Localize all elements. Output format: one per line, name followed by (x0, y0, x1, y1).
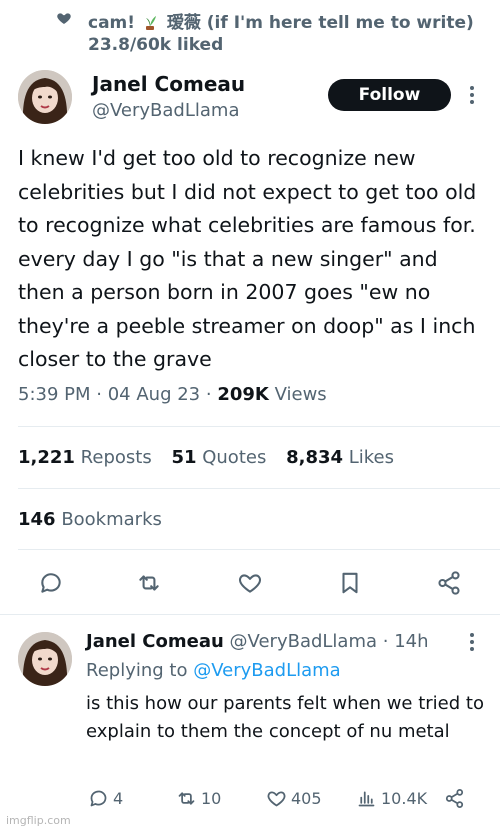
divider (18, 488, 500, 489)
views-count: 209K (217, 384, 269, 405)
author-handle[interactable]: @VeryBadLlama (92, 100, 239, 121)
divider (0, 614, 500, 615)
more-icon[interactable] (469, 632, 475, 652)
follow-button[interactable]: Follow (328, 79, 451, 111)
bookmarks-stat[interactable]: 146 Bookmarks (18, 509, 162, 530)
liked-count: 23.8/60k liked (88, 35, 224, 55)
tweet-date[interactable]: 04 Aug 23 (108, 384, 200, 405)
views-icon (358, 791, 375, 806)
share-icon[interactable] (436, 570, 462, 596)
reply-repost-count: 10 (201, 788, 222, 808)
views-label: Views (274, 384, 327, 405)
likes-stat[interactable]: 8,834 Likes (286, 447, 394, 468)
like-icon (267, 791, 286, 806)
author-name[interactable]: Janel Comeau (92, 72, 245, 96)
meta-separator: · (205, 384, 218, 405)
like-icon[interactable] (237, 570, 263, 596)
replying-to: Replying to @VeryBadLlama (86, 660, 341, 681)
tweet-time[interactable]: 5:39 PM (18, 384, 91, 405)
reply-avatar[interactable] (18, 632, 72, 686)
reply-icon[interactable] (38, 570, 64, 596)
divider (18, 426, 500, 427)
more-icon[interactable] (469, 85, 475, 105)
divider (18, 549, 500, 550)
social-context-name[interactable]: cam! 瑷薇 (if I'm here tell me to write) (88, 8, 474, 33)
heart-icon (56, 10, 72, 26)
reply-repost-button[interactable]: 10 (176, 787, 221, 809)
reply-like-button[interactable]: 405 (266, 787, 322, 809)
reply-icon (90, 790, 107, 806)
reply-views-count: 10.4K (381, 788, 428, 808)
meta-separator: · (382, 631, 389, 652)
share-icon (445, 788, 464, 808)
reposts-stat[interactable]: 1,221 Reposts (18, 447, 152, 468)
reply-count: 4 (113, 788, 124, 808)
repost-icon (178, 791, 195, 805)
reply-like-count: 405 (291, 788, 322, 808)
avatar[interactable] (18, 70, 72, 124)
tweet-meta: 5:39 PM · 04 Aug 23 · 209K Views (18, 384, 327, 405)
replying-to-link[interactable]: @VeryBadLlama (193, 660, 340, 681)
quotes-stat[interactable]: 51 Quotes (171, 447, 266, 468)
bookmark-icon[interactable] (337, 570, 363, 596)
reply-author-handle[interactable]: @VeryBadLlama (230, 631, 377, 652)
reply-header: Janel Comeau @VeryBadLlama · 14h (86, 631, 429, 652)
plant-emoji-icon (143, 14, 157, 30)
engagement-stats: 1,221 Reposts 51 Quotes 8,834 Likes (18, 447, 408, 468)
meta-separator: · (96, 384, 108, 405)
reply-share-button[interactable] (444, 787, 469, 809)
watermark: imgflip.com (6, 814, 71, 827)
reply-age[interactable]: 14h (394, 631, 428, 652)
reply-author-name[interactable]: Janel Comeau (86, 631, 224, 652)
repost-icon[interactable] (136, 570, 162, 596)
reply-text: is this how our parents felt when we tri… (86, 693, 484, 742)
reply-views-button[interactable]: 10.4K (356, 787, 427, 809)
tweet-text: I knew I'd get too old to recognize new … (18, 146, 477, 371)
reply-reply-button[interactable]: 4 (88, 787, 123, 809)
